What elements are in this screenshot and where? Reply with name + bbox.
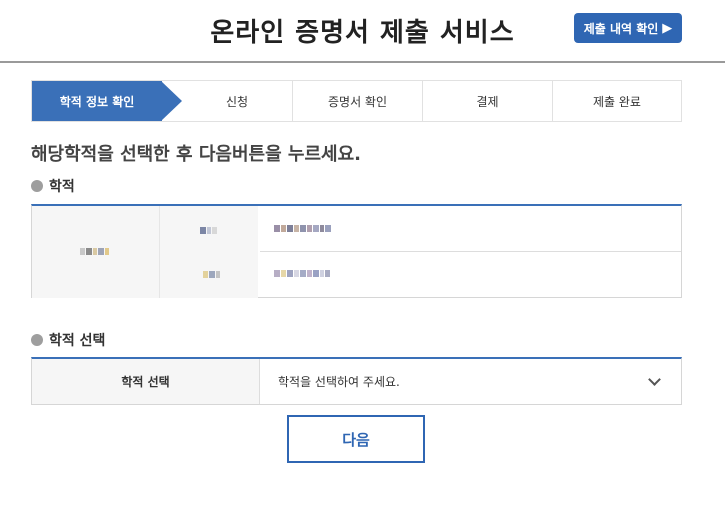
step-label: 신청 <box>225 94 249 109</box>
academic-select-field-label: 학적 선택 <box>32 359 260 404</box>
step-label: 제출 완료 <box>593 94 641 109</box>
step-label: 증명서 확인 <box>327 94 387 109</box>
step-label: 결제 <box>476 94 499 109</box>
redacted-text <box>80 248 109 255</box>
step-complete: 제출 완료 <box>553 81 681 121</box>
academic-select-dropdown[interactable]: 학적을 선택하여 주세요. <box>260 359 681 404</box>
triangle-right-icon: ▶ <box>662 20 673 36</box>
academic-info-table <box>31 204 682 298</box>
bullet-dot-icon <box>31 334 43 346</box>
next-button[interactable]: 다음 <box>287 415 425 463</box>
academic-select-table: 학적 선택 학적을 선택하여 주세요. <box>31 357 682 405</box>
redacted-text <box>200 227 217 234</box>
submission-history-button[interactable]: 제출 내역 확인 ▶ <box>574 13 682 43</box>
instruction-text: 해당학적을 선택한 후 다음버튼을 누르세요. <box>31 144 361 165</box>
academic-select-value: 학적을 선택하여 주세요. <box>278 375 400 389</box>
row-divider <box>260 251 681 252</box>
submission-history-label: 제출 내역 확인 <box>583 21 659 36</box>
step-active-arrow <box>161 81 182 121</box>
select-section-label: 학적 선택 <box>49 333 106 349</box>
step-label: 학적 정보 확인 <box>59 94 135 109</box>
progress-steps: 학적 정보 확인 신청 증명서 확인 결제 제출 완료 <box>31 80 682 122</box>
step-apply: 신청 <box>182 81 292 121</box>
academic-field-label-cell <box>160 206 258 298</box>
step-certificate-check: 증명서 확인 <box>293 81 422 121</box>
redacted-text <box>203 271 220 278</box>
academic-section-heading: 학적 <box>31 176 75 196</box>
step-payment: 결제 <box>423 81 552 121</box>
page-header: 온라인 증명서 제출 서비스 제출 내역 확인 ▶ <box>0 0 725 63</box>
step-academic-info: 학적 정보 확인 <box>32 81 162 121</box>
academic-section-label: 학적 <box>49 179 75 195</box>
chevron-down-icon <box>648 373 661 386</box>
redacted-text <box>274 270 330 277</box>
redacted-text <box>274 225 331 232</box>
select-section-heading: 학적 선택 <box>31 330 105 350</box>
bullet-dot-icon <box>31 180 43 192</box>
